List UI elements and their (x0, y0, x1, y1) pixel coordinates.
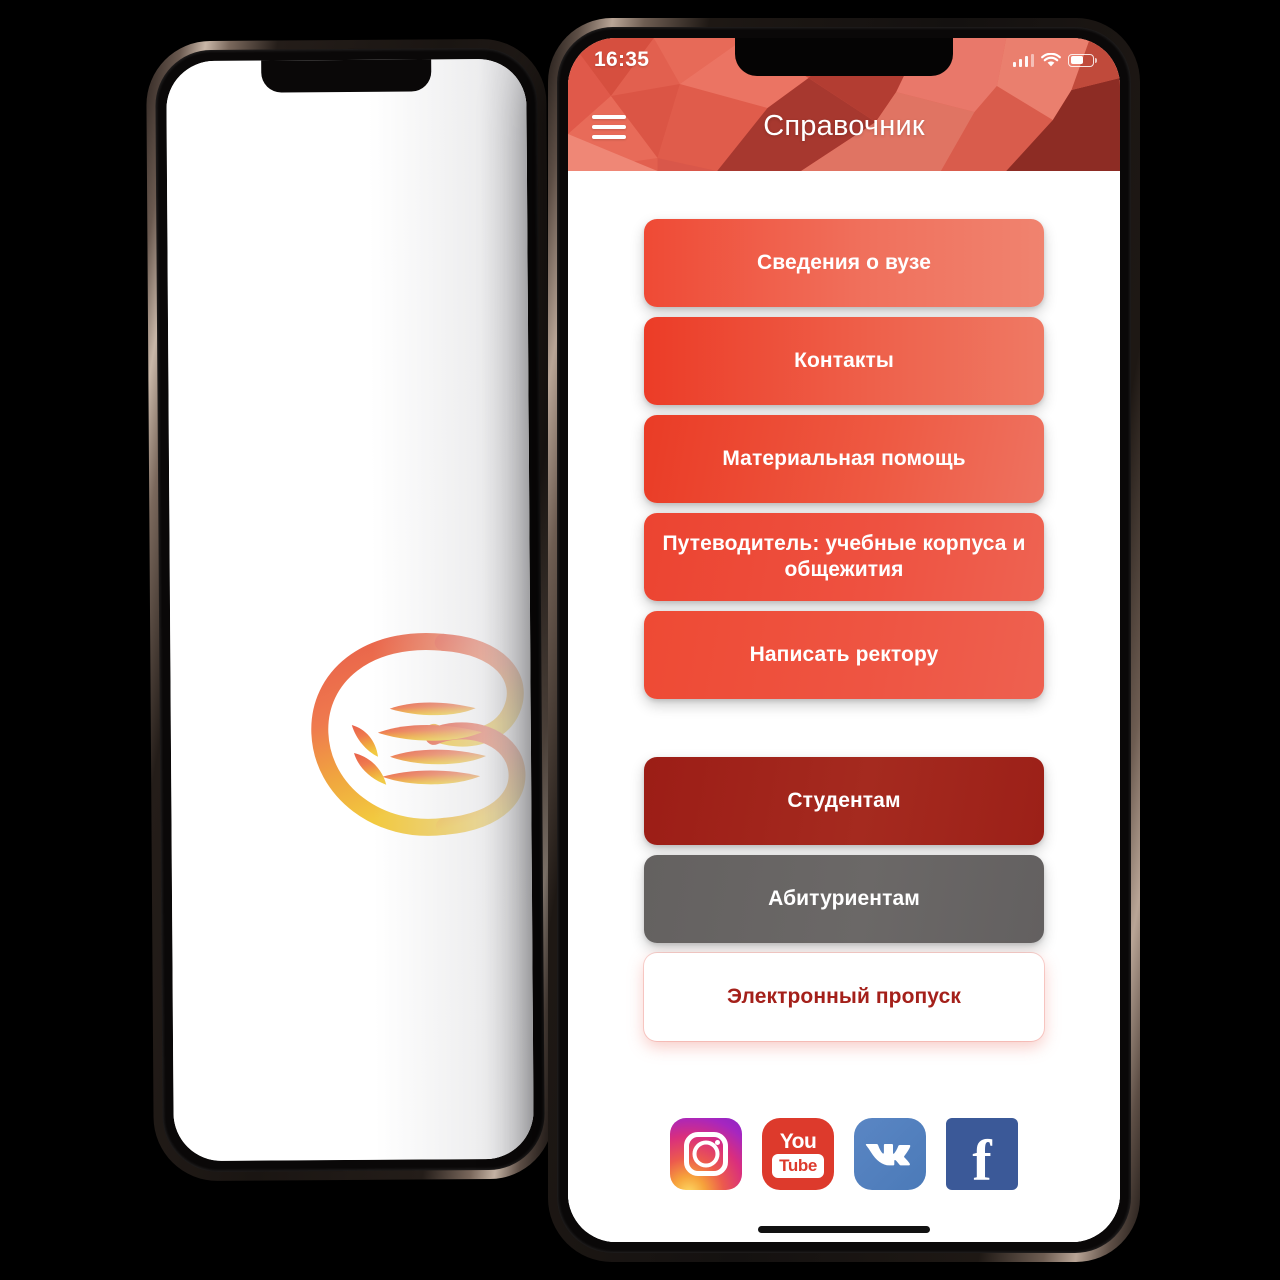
youtube-icon[interactable]: You Tube (762, 1118, 834, 1190)
wifi-icon (1041, 52, 1061, 66)
phone-notch-front (735, 38, 953, 76)
instagram-icon[interactable] (670, 1118, 742, 1190)
menu-button-abiturientam[interactable]: Абитуриентам (644, 855, 1044, 943)
splash-screen (166, 58, 534, 1162)
phone-screen-front: 16:35 Справочник Сведения о вузе Контакт… (568, 38, 1120, 1242)
phone-device-back (146, 38, 554, 1182)
phone-device-front: 16:35 Справочник Сведения о вузе Контакт… (548, 18, 1140, 1262)
vk-icon[interactable] (854, 1118, 926, 1190)
status-icon-group (1012, 52, 1097, 68)
youtube-glyph: You Tube (772, 1131, 824, 1178)
menu-button-putevoditel[interactable]: Путеводитель: учебные корпуса и общежити… (644, 513, 1044, 601)
menu-button-materialnaya-pomoshch[interactable]: Материальная помощь (644, 415, 1044, 503)
page-title: Справочник (763, 110, 925, 142)
menu-button-kontakty[interactable]: Контакты (644, 317, 1044, 405)
cellular-signal-icon (1012, 53, 1034, 67)
menu-button-studentam[interactable]: Студентам (644, 757, 1044, 845)
menu-button-napisat-rektoru[interactable]: Написать ректору (644, 611, 1044, 699)
youtube-label-bottom: Tube (772, 1153, 824, 1178)
social-links: You Tube f (568, 1118, 1120, 1190)
phone-screen-back (166, 58, 534, 1162)
menu-button-svedeniya-o-vuze[interactable]: Сведения о вузе (644, 219, 1044, 307)
instagram-glyph (684, 1132, 728, 1176)
nav-row: Справочник (568, 82, 1120, 171)
screen-glare-back (367, 58, 534, 1160)
status-clock: 16:35 (594, 48, 650, 71)
home-indicator (758, 1226, 930, 1233)
youtube-label-top: You (779, 1129, 817, 1153)
facebook-glyph: f (972, 1128, 992, 1190)
vk-glyph (865, 1144, 911, 1166)
app-root: 16:35 Справочник Сведения о вузе Контакт… (568, 38, 1120, 1242)
battery-icon (1068, 53, 1097, 67)
screenshot-stage: 16:35 Справочник Сведения о вузе Контакт… (0, 0, 1280, 1280)
menu-button-elektronnyy-propusk[interactable]: Электронный пропуск (644, 953, 1044, 1041)
facebook-icon[interactable]: f (946, 1118, 1018, 1190)
phone-notch-back (261, 58, 432, 93)
main-content: Сведения о вузе Контакты Материальная по… (568, 171, 1120, 1242)
